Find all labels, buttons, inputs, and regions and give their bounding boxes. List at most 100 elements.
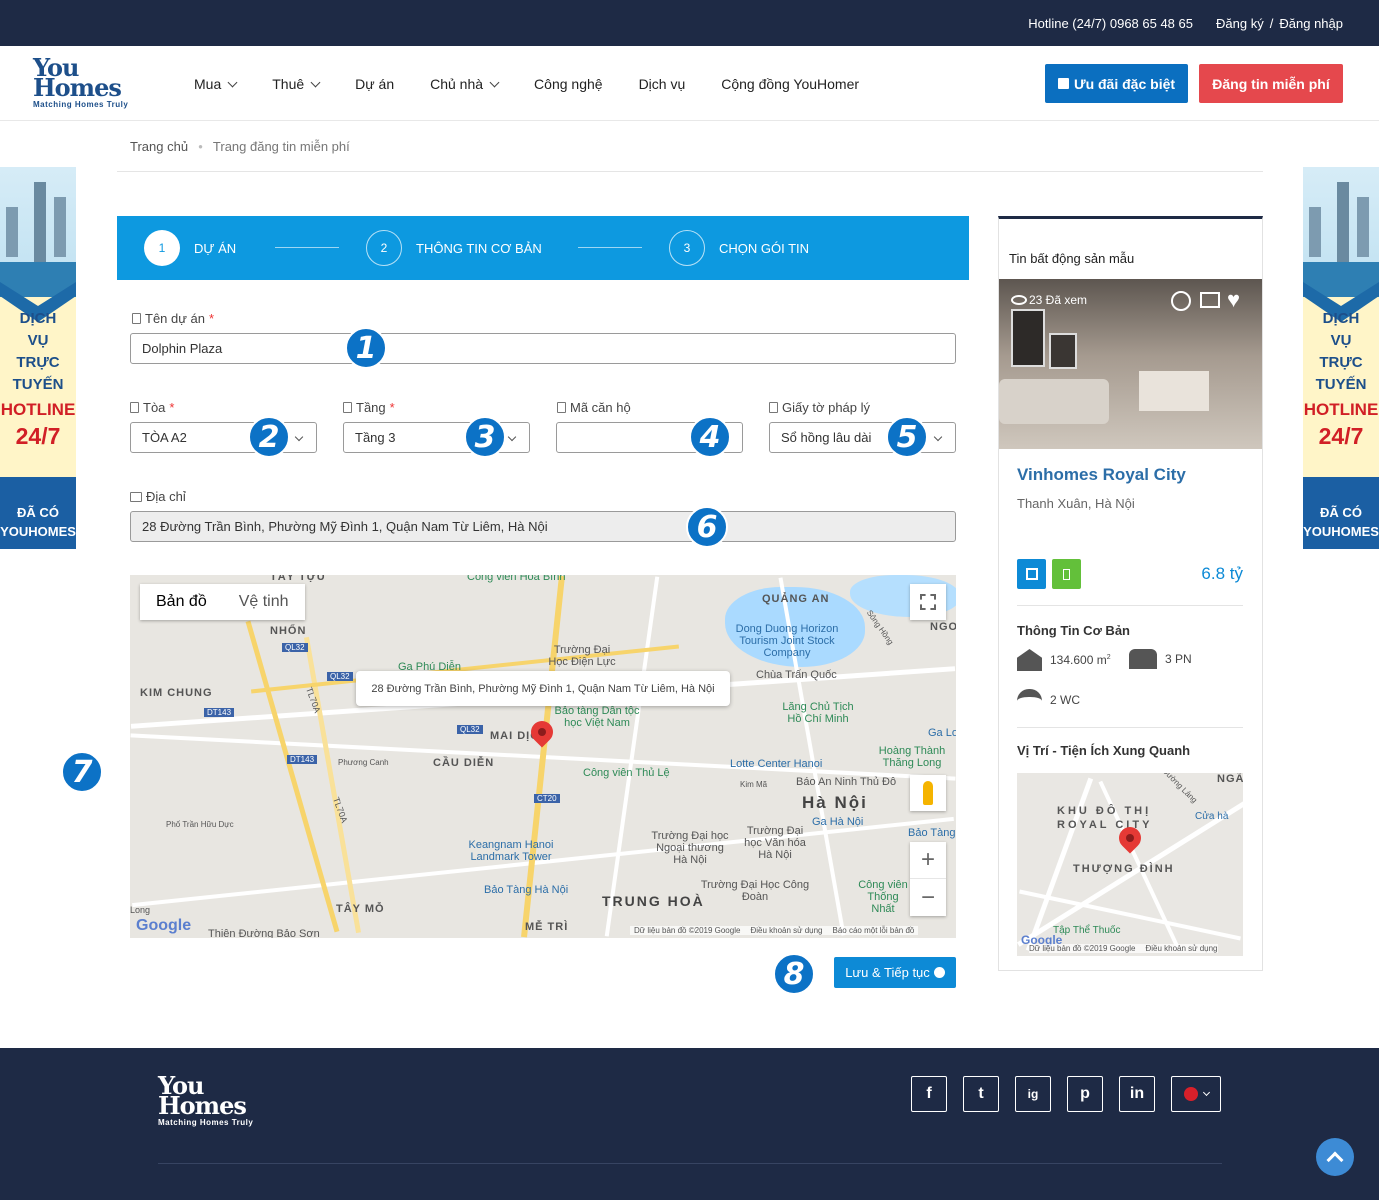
calendar-button[interactable] <box>1017 559 1046 589</box>
hotline-text[interactable]: Hotline (24/7) 0968 65 48 65 <box>1028 16 1193 31</box>
linkedin-icon[interactable]: in <box>1119 1076 1155 1112</box>
input-value: Dolphin Plaza <box>142 341 223 356</box>
ad-bottom-line: ĐÃ CÓ <box>17 505 59 520</box>
route-shield: QL32 <box>457 725 483 734</box>
divider <box>117 171 1263 172</box>
phone-button[interactable] <box>1052 559 1081 589</box>
logo-line2b: es <box>219 1091 247 1120</box>
left-ad-banner[interactable]: DỊCH VỤ TRỰC TUYẾN HOTLINE 24/7 ĐÃ CÓ YOU… <box>0 167 76 549</box>
login-link[interactable]: Đăng nhập <box>1279 16 1343 31</box>
nav-label: Mua <box>194 76 222 92</box>
map-label: Phố Trần Hữu Dực <box>166 820 234 829</box>
legal-doc-label: Giấy tờ pháp lý <box>769 400 870 415</box>
save-continue-button[interactable]: Lưu & Tiếp tục <box>834 957 956 988</box>
listing-location: Thanh Xuân, Hà Nội <box>1017 496 1135 511</box>
footer-logo[interactable]: You Homes Matching Homes Truly <box>158 1074 268 1132</box>
report-link[interactable]: Báo cáo một lỗi bản đồ <box>833 926 915 935</box>
project-name-input[interactable]: Dolphin Plaza <box>130 333 956 364</box>
logo-line2b: es <box>94 73 122 102</box>
label-text: Mã căn hộ <box>570 400 631 415</box>
address-input[interactable]: 28 Đường Trần Bình, Phường Mỹ Đình 1, Qu… <box>130 511 956 542</box>
address-label: Địa chỉ <box>130 489 186 504</box>
nav-item-mua[interactable]: Mua <box>194 76 238 92</box>
right-ad-banner[interactable]: DỊCH VỤ TRỰC TUYẾN HOTLINE 24/7 ĐÃ CÓ YOU… <box>1303 167 1379 549</box>
zoom-out-button[interactable]: − <box>910 879 946 916</box>
nav-item-dich-vu[interactable]: Dịch vụ <box>639 76 686 92</box>
step-2[interactable]: 2 THÔNG TIN CƠ BẢN <box>366 230 542 266</box>
nav-item-cong-dong[interactable]: Cộng đồng YouHomer <box>721 76 859 92</box>
document-icon <box>769 402 778 413</box>
map-label: Long <box>130 905 151 915</box>
label-text: Tầng <box>356 400 386 415</box>
logo-tagline: Matching Homes Truly <box>33 100 129 109</box>
360-icon[interactable] <box>1171 291 1191 311</box>
building-shape <box>54 197 66 257</box>
area-text: 134.600 m <box>1050 653 1107 667</box>
listing-photo[interactable]: 23 Đã xem ♥ <box>999 279 1262 449</box>
listing-title[interactable]: Vinhomes Royal City <box>1017 465 1186 485</box>
fullscreen-button[interactable] <box>910 584 946 620</box>
register-link[interactable]: Đăng ký <box>1216 16 1264 31</box>
area-value: 134.600 m2 <box>1050 653 1111 667</box>
mobile-icon <box>132 313 141 324</box>
nav-item-chu-nha[interactable]: Chủ nhà <box>430 76 500 92</box>
map-label: Công viên Thủ Lệ <box>583 767 670 779</box>
social-glyph: t <box>978 1085 984 1102</box>
instagram-icon[interactable]: ig <box>1015 1076 1051 1112</box>
area-feature: 134.600 m2 <box>1017 649 1111 671</box>
mini-map-label: ROYAL CITY <box>1057 819 1153 831</box>
terms-link[interactable]: Điều khoản sử dụng <box>1145 944 1217 953</box>
facebook-icon[interactable]: f <box>911 1076 947 1112</box>
dining-table <box>1139 371 1209 411</box>
main-header: You Homes Matching Homes Truly Mua Thuê … <box>0 46 1379 121</box>
building-shape <box>1337 182 1349 262</box>
logo-line2a: Hom <box>33 73 95 102</box>
special-offer-button[interactable]: Ưu đãi đặc biệt <box>1045 64 1188 103</box>
calendar-icon <box>1025 568 1038 580</box>
basic-info-heading: Thông Tin Cơ Bản <box>1017 623 1130 638</box>
twitter-icon[interactable]: t <box>963 1076 999 1112</box>
map-info-window: 28 Đường Trần Bình, Phường Mỹ Đình 1, Qu… <box>356 671 730 706</box>
step-1[interactable]: 1 DỰ ÁN <box>144 230 236 266</box>
listing-price: 6.8 tỷ <box>1201 564 1243 583</box>
social-glyph: p <box>1080 1085 1090 1102</box>
chevron-down-icon <box>489 77 500 87</box>
tab-satellite[interactable]: Vệ tinh <box>223 584 305 620</box>
map-label: NGO <box>930 621 956 633</box>
post-free-button[interactable]: Đăng tin miễn phí <box>1199 64 1343 103</box>
nav-item-thue[interactable]: Thuê <box>272 76 321 92</box>
marker-3: 3 <box>464 416 506 458</box>
gallery-icon[interactable] <box>1200 292 1220 308</box>
nav-item-cong-nghe[interactable]: Công nghệ <box>534 76 603 92</box>
heart-icon[interactable]: ♥ <box>1227 287 1240 313</box>
top-bar: Hotline (24/7) 0968 65 48 65 Đăng ký / Đ… <box>0 0 1379 46</box>
street-view-button[interactable] <box>910 775 946 811</box>
language-selector[interactable] <box>1171 1076 1221 1112</box>
building-shape <box>34 182 46 262</box>
tab-map[interactable]: Bản đồ <box>140 584 223 620</box>
breadcrumb: Trang chủ ● Trang đăng tin miễn phí <box>130 139 350 154</box>
map-label: NHỔN <box>270 625 307 637</box>
breadcrumb-home[interactable]: Trang chủ <box>130 139 188 154</box>
nav-item-du-an[interactable]: Dự án <box>355 76 394 92</box>
ad-bottom-line: ĐÃ CÓ <box>1320 505 1362 520</box>
logo[interactable]: You Homes Matching Homes Truly <box>33 56 143 114</box>
wall-art <box>1049 333 1077 369</box>
map-info-text: 28 Đường Trần Bình, Phường Mỹ Đình 1, Qu… <box>371 682 715 695</box>
mini-map-label: KHU ĐÔ THỊ <box>1057 805 1152 817</box>
pinterest-icon[interactable]: p <box>1067 1076 1103 1112</box>
step-3[interactable]: 3 CHỌN GÓI TIN <box>669 230 809 266</box>
social-glyph: ig <box>1027 1087 1039 1101</box>
map-label: Dong Duong Horizon Tourism Joint Stock C… <box>735 623 839 659</box>
mini-map-label: Đường Láng <box>1160 773 1199 805</box>
zoom-in-button[interactable]: + <box>910 842 946 879</box>
terms-link[interactable]: Điều khoản sử dụng <box>750 926 822 935</box>
logo-line2: Homes <box>158 1094 268 1118</box>
back-to-top-button[interactable] <box>1316 1138 1354 1176</box>
road <box>604 576 660 937</box>
map-view[interactable]: TÂY TỰU Công viên Hòa Bình NHỔN KIM CHUN… <box>130 575 956 938</box>
mini-map[interactable]: KHU ĐÔ THỊ ROYAL CITY THƯỢNG ĐÌNH NGÃ Cử… <box>1017 773 1243 956</box>
step-connector <box>578 247 642 248</box>
map-label: Bảo Tàng <box>908 827 956 839</box>
building-icon <box>130 402 139 413</box>
